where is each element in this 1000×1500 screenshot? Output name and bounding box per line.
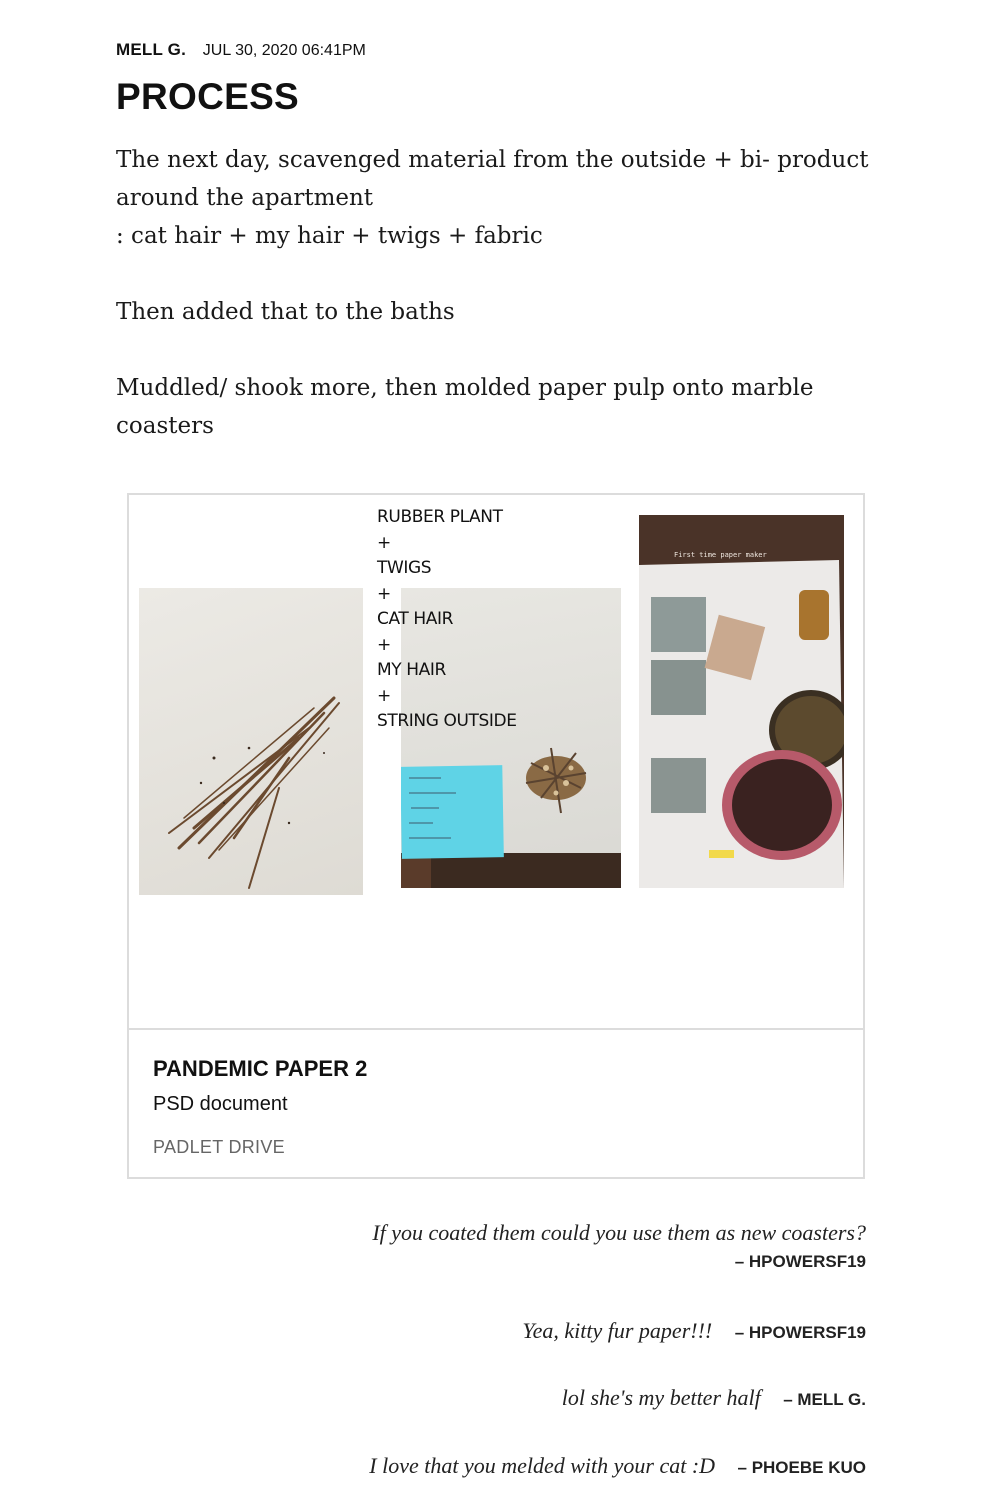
post-paragraph: : cat hair + my hair + twigs + fabric xyxy=(116,223,543,249)
preview-label: TWIGS xyxy=(377,558,432,578)
comment: Yea, kitty fur paper!!! – HPOWERSF19 xyxy=(522,1318,866,1344)
preview-label: MY HAIR xyxy=(377,660,446,680)
preview-label: CAT HAIR xyxy=(377,609,454,629)
attachment-source: PADLET DRIVE xyxy=(153,1137,285,1157)
preview-label: STRING OUTSIDE xyxy=(377,711,517,731)
post-body: The next day, scavenged material from th… xyxy=(116,141,886,445)
post-meta: MELL G. JUL 30, 2020 06:41PM xyxy=(116,40,366,60)
twigs-photo xyxy=(139,588,363,895)
comment: lol she's my better half – MELL G. xyxy=(562,1385,866,1411)
comment: If you coated them could you use them as… xyxy=(372,1220,866,1272)
preview-label: + xyxy=(377,685,391,706)
comment-author: – HPOWERSF19 xyxy=(734,1252,866,1271)
post-paragraph: Then added that to the baths xyxy=(116,299,455,325)
comment-text: lol she's my better half xyxy=(561,1385,761,1410)
comment-text: Yea, kitty fur paper!!! xyxy=(522,1318,713,1343)
attachment-title[interactable]: PANDEMIC PAPER 2 xyxy=(153,1056,367,1082)
comment-author: – PHOEBE KUO xyxy=(737,1458,866,1477)
comment-text: I love that you melded with your cat :D xyxy=(369,1453,716,1478)
attachment-divider xyxy=(129,1028,863,1030)
attachment-card[interactable]: First time paper maker RUBBER PLANT + TW… xyxy=(127,493,865,1179)
svg-text:First time paper maker: First time paper maker xyxy=(674,551,767,559)
post-date: JUL 30, 2020 06:41PM xyxy=(202,42,366,59)
preview-label: RUBBER PLANT xyxy=(377,507,503,527)
attachment-preview[interactable]: First time paper maker RUBBER PLANT + TW… xyxy=(129,495,863,1028)
post-paragraph: Muddled/ shook more, then molded paper p… xyxy=(116,375,814,439)
post-paragraph: The next day, scavenged material from th… xyxy=(116,147,869,211)
preview-label: + xyxy=(377,532,391,553)
preview-text-labels: RUBBER PLANT + TWIGS + CAT HAIR + MY HAI… xyxy=(377,505,537,735)
post-title: PROCESS xyxy=(116,76,300,117)
post-author[interactable]: MELL G. xyxy=(116,40,186,59)
attachment-type: PSD document xyxy=(153,1093,288,1115)
paper-making-photo: First time paper maker xyxy=(639,515,844,888)
comment-author: – MELL G. xyxy=(783,1390,866,1409)
comment: I love that you melded with your cat :D … xyxy=(369,1453,866,1479)
preview-label: + xyxy=(377,634,391,655)
comment-text: If you coated them could you use them as… xyxy=(372,1220,866,1245)
comment-author: – HPOWERSF19 xyxy=(734,1323,866,1342)
preview-label: + xyxy=(377,583,391,604)
